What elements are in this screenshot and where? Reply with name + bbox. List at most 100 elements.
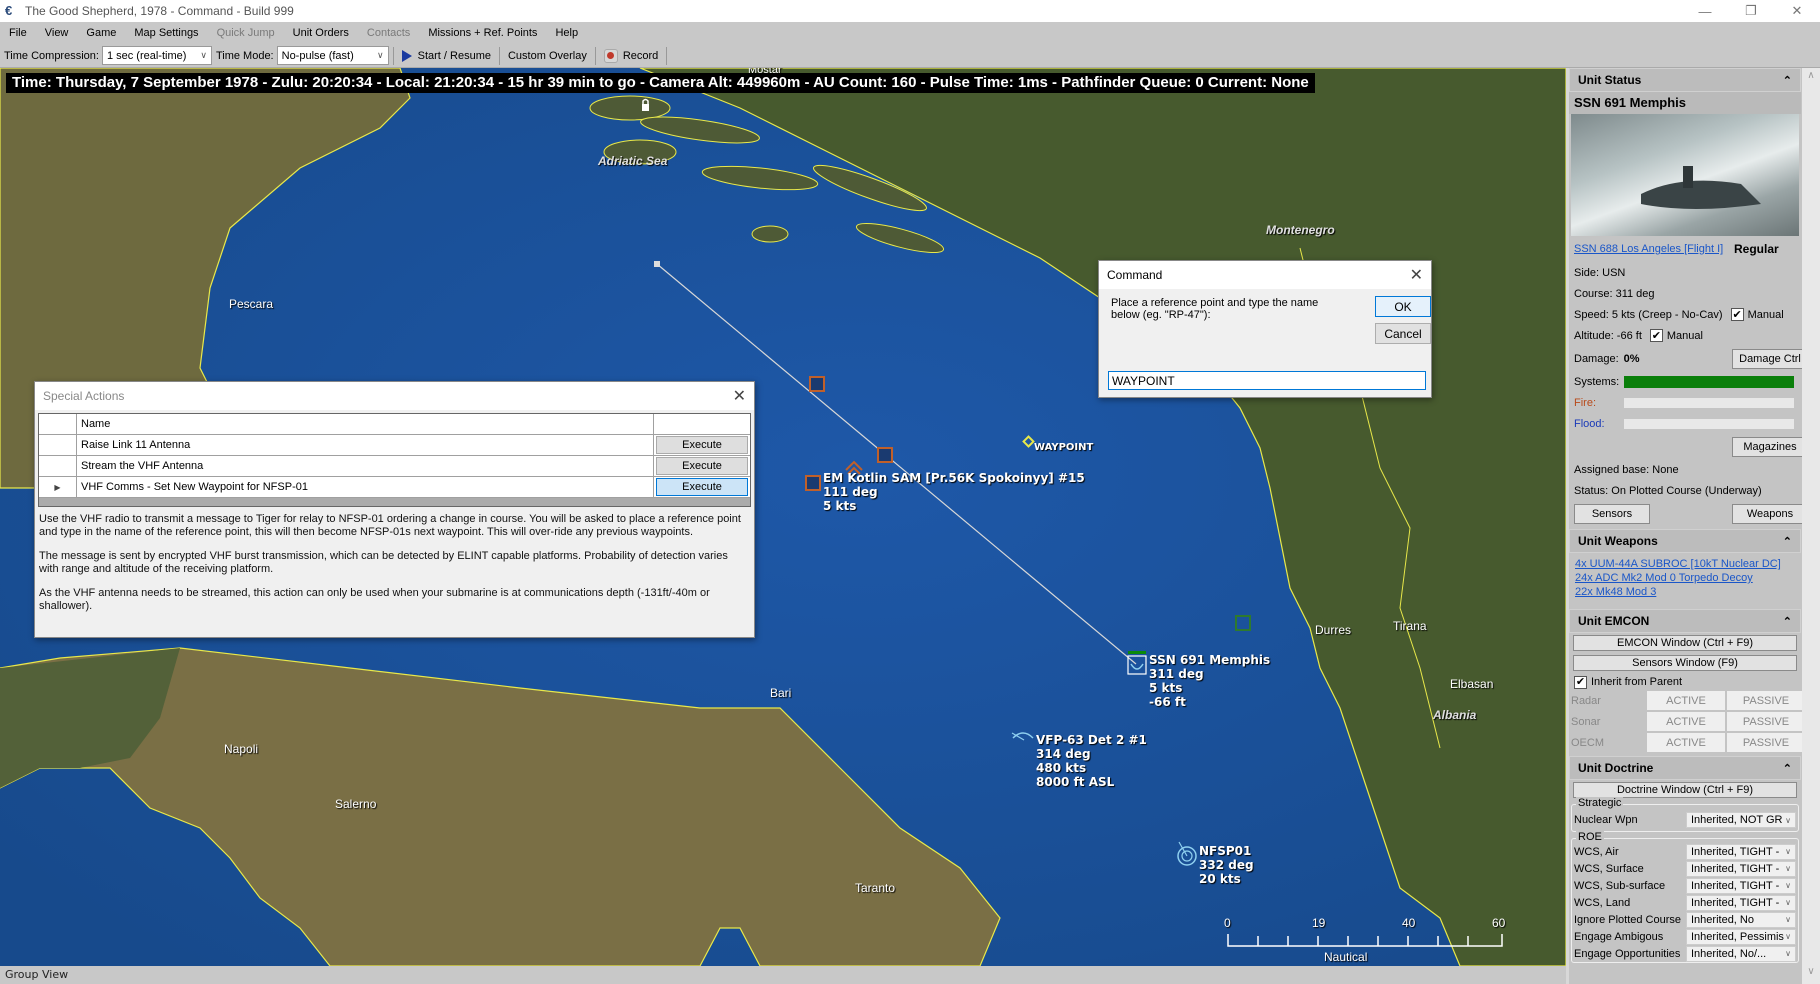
sonar-passive-button[interactable]: PASSIVE	[1727, 712, 1805, 731]
menu-quick-jump[interactable]: Quick Jump	[208, 27, 284, 39]
menu-missions[interactable]: Missions + Ref. Points	[419, 27, 546, 39]
weapon-link[interactable]: 24x ADC Mk2 Mod 0 Torpedo Decoy	[1575, 571, 1795, 585]
time-compression-select[interactable]: 1 sec (real-time) ∨	[101, 46, 212, 65]
unit-course: 314 deg	[1036, 747, 1091, 761]
close-icon[interactable]: ✕	[1774, 0, 1820, 22]
collapse-icon[interactable]: ⌃	[1783, 615, 1792, 628]
time-mode-select[interactable]: No-pulse (fast) ∨	[276, 46, 389, 65]
engage-ambiguous-select[interactable]: Inherited, Pessimis ∨	[1686, 928, 1796, 945]
restore-icon[interactable]: ❐	[1728, 0, 1774, 22]
unit-photo	[1571, 114, 1799, 236]
dialog-title: Special Actions	[43, 389, 125, 403]
wcs-air-select[interactable]: Inherited, TIGHT - ∨	[1686, 843, 1796, 860]
emcon-window-button[interactable]: EMCON Window (Ctrl + F9)	[1573, 635, 1797, 651]
ok-button[interactable]: OK	[1375, 296, 1431, 317]
ignore-plotted-course-select[interactable]: Inherited, No ∨	[1686, 911, 1796, 928]
scale-unit: Nautical miles	[1324, 950, 1368, 966]
unit-name: SSN 691 Memphis	[1569, 92, 1801, 114]
scroll-up-icon[interactable]: ∧	[1802, 70, 1820, 86]
table-row[interactable]: Raise Link 11 Antenna Execute	[39, 435, 750, 456]
close-icon[interactable]: ✕	[1410, 265, 1423, 285]
altitude-manual-checkbox[interactable]: ✔	[1649, 329, 1663, 342]
oecm-passive-button[interactable]: PASSIVE	[1727, 733, 1805, 752]
wcs-subsurface-select[interactable]: Inherited, TIGHT - ∨	[1686, 877, 1796, 894]
unit-label-kotlin[interactable]: EM Kotlin SAM [Pr.56K Spokoinyy] #15 111…	[823, 471, 1085, 513]
menu-file[interactable]: File	[0, 27, 36, 39]
panel-scrollbar[interactable]: ∧ ∨	[1802, 68, 1820, 984]
menu-contacts[interactable]: Contacts	[358, 27, 419, 39]
weapon-link[interactable]: 22x Mk48 Mod 3	[1575, 585, 1795, 599]
radar-active-button[interactable]: ACTIVE	[1647, 691, 1725, 710]
group-view-label[interactable]: Group View	[5, 968, 68, 981]
doctrine-window-button[interactable]: Doctrine Window (Ctrl + F9)	[1573, 782, 1797, 798]
unit-label-memphis[interactable]: SSN 691 Memphis 311 deg 5 kts -66 ft	[1149, 653, 1270, 709]
wcs-land-select[interactable]: Inherited, TIGHT - ∨	[1686, 894, 1796, 911]
sensors-window-button[interactable]: Sensors Window (F9)	[1573, 655, 1797, 671]
tactical-map[interactable]: Time: Thursday, 7 September 1978 - Zulu:…	[0, 68, 1566, 966]
description-paragraph: As the VHF antenna needs to be streamed,…	[39, 587, 710, 612]
damage-value: 0%	[1623, 352, 1640, 365]
execute-button[interactable]: Execute	[656, 457, 748, 475]
cancel-button[interactable]: Cancel	[1375, 323, 1431, 344]
chevron-down-icon: ∨	[200, 50, 207, 60]
record-button[interactable]: Record	[600, 48, 662, 63]
unit-course: 311 deg	[1149, 667, 1204, 681]
custom-overlay-button[interactable]: Custom Overlay	[504, 50, 591, 62]
minimize-icon[interactable]: —	[1682, 0, 1728, 22]
menu-game[interactable]: Game	[77, 27, 125, 39]
unit-label-nfsp[interactable]: NFSP01 332 deg 20 kts	[1199, 844, 1254, 886]
weapons-button[interactable]: Weapons	[1732, 503, 1808, 524]
radar-passive-button[interactable]: PASSIVE	[1727, 691, 1805, 710]
menu-map-settings[interactable]: Map Settings	[125, 27, 207, 39]
damage-ctrl-button[interactable]: Damage Ctrl	[1732, 348, 1808, 369]
weapons-list: 4x UUM-44A SUBROC [10kT Nuclear DC] 24x …	[1569, 553, 1801, 609]
roe-label: Engage Ambigous	[1574, 930, 1664, 943]
unit-speed: 5 kts	[1149, 681, 1183, 695]
menu-unit-orders[interactable]: Unit Orders	[284, 27, 358, 39]
unit-weapons-header[interactable]: Unit Weapons ⌃	[1569, 529, 1801, 553]
scale-tick: 0	[1224, 916, 1231, 930]
lock-icon	[642, 104, 649, 111]
reference-point-name-input[interactable]: WAYPOINT	[1108, 371, 1426, 390]
start-resume-button[interactable]: Start / Resume	[398, 49, 495, 62]
nuclear-wpn-select[interactable]: Inherited, NOT GR ∨	[1686, 812, 1796, 828]
unit-class-link[interactable]: SSN 688 Los Angeles [Flight I]	[1574, 243, 1723, 255]
side-row: Side: USN	[1574, 266, 1626, 279]
unit-status-header[interactable]: Unit Status ⌃	[1569, 68, 1801, 92]
sensors-button[interactable]: Sensors	[1574, 503, 1650, 524]
map-info-bar: Time: Thursday, 7 September 1978 - Zulu:…	[6, 73, 1315, 93]
play-icon	[401, 49, 412, 62]
unit-emcon-header[interactable]: Unit EMCON ⌃	[1569, 609, 1801, 633]
collapse-icon[interactable]: ⌃	[1783, 762, 1792, 775]
engage-opportunities-select[interactable]: Inherited, No/... ∨	[1686, 945, 1796, 962]
execute-button[interactable]: Execute	[656, 436, 748, 454]
collapse-icon[interactable]: ⌃	[1783, 74, 1792, 87]
special-actions-grid: Name Raise Link 11 Antenna Execute Strea…	[38, 413, 751, 507]
menu-view[interactable]: View	[36, 27, 78, 39]
emcon-radar-label: Radar	[1571, 694, 1601, 707]
menu-help[interactable]: Help	[546, 27, 587, 39]
execute-button[interactable]: Execute	[656, 478, 748, 496]
unit-label-vfp[interactable]: VFP-63 Det 2 #1 314 deg 480 kts 8000 ft …	[1036, 733, 1147, 789]
action-name: VHF Comms - Set New Waypoint for NFSP-01	[77, 477, 654, 497]
close-icon[interactable]: ✕	[733, 386, 746, 406]
inherit-from-parent-checkbox[interactable]: ✔	[1574, 675, 1587, 689]
column-header-name: Name	[77, 414, 654, 434]
scroll-down-icon[interactable]: ∨	[1802, 966, 1820, 982]
wcs-surface-select[interactable]: Inherited, TIGHT - ∨	[1686, 860, 1796, 877]
speed-manual-checkbox[interactable]: ✔	[1730, 308, 1744, 321]
oecm-active-button[interactable]: ACTIVE	[1647, 733, 1725, 752]
weapon-link[interactable]: 4x UUM-44A SUBROC [10kT Nuclear DC]	[1575, 557, 1795, 571]
chevron-down-icon: ∨	[1785, 898, 1791, 907]
unit-doctrine-header[interactable]: Unit Doctrine ⌃	[1569, 756, 1801, 780]
place-label-pescara: Pescara	[229, 297, 274, 311]
magazines-button[interactable]: Magazines	[1732, 436, 1808, 457]
place-label-tirana: Tirana	[1393, 619, 1427, 633]
command-logo-icon: €	[5, 3, 13, 18]
sonar-active-button[interactable]: ACTIVE	[1647, 712, 1725, 731]
hostile-contact-marker	[809, 376, 825, 392]
collapse-icon[interactable]: ⌃	[1783, 535, 1792, 548]
table-row[interactable]: ▶ VHF Comms - Set New Waypoint for NFSP-…	[39, 477, 750, 498]
unit-speed: 480 kts	[1036, 761, 1087, 775]
table-row[interactable]: Stream the VHF Antenna Execute	[39, 456, 750, 477]
